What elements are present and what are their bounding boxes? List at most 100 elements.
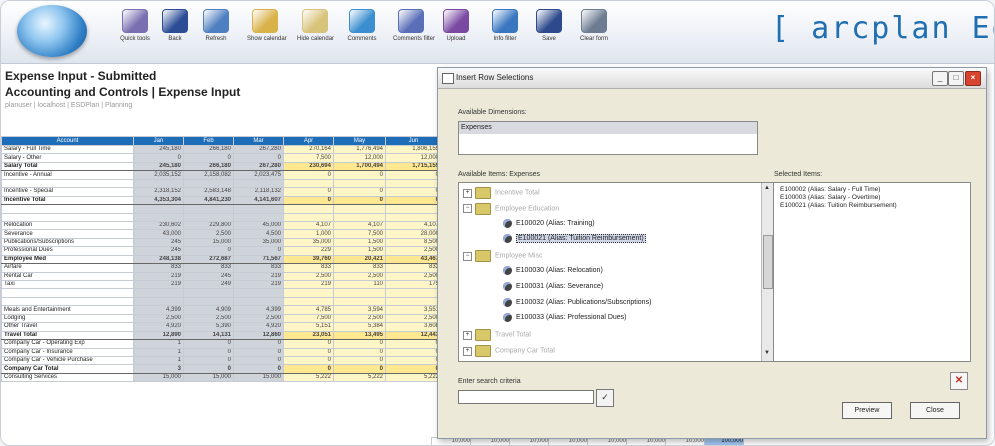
value-cell[interactable]: 2,500 [283, 271, 334, 282]
preview-button[interactable]: Preview [842, 402, 892, 419]
value-cell[interactable]: 5,222 [333, 372, 386, 383]
expand-icon[interactable]: + [463, 188, 472, 198]
value-cell[interactable]: 0 [283, 187, 334, 197]
value-cell[interactable]: 1,000 [283, 229, 334, 239]
value-cell[interactable]: 0 [385, 195, 442, 206]
tree-item[interactable]: E100032 (Alias: Publications/Subscriptio… [503, 297, 651, 312]
value-cell[interactable]: 3,551 [385, 305, 442, 315]
value-cell[interactable]: 0 [333, 170, 386, 180]
tree-scrollbar[interactable]: ▲ ▼ [761, 183, 773, 361]
tree-folder[interactable]: − Employee Education [463, 202, 559, 217]
value-cell[interactable]: 270,164 [283, 144, 334, 155]
toolbar-button-info-filter[interactable]: Info filter [487, 9, 523, 51]
value-cell[interactable]: 5,151 [283, 322, 334, 332]
search-go-button[interactable]: ✓ [596, 389, 614, 407]
value-cell[interactable]: 0 [283, 347, 334, 357]
tree-item[interactable]: E100030 (Alias: Relocation) [503, 266, 603, 280]
available-dimensions-list[interactable]: Expenses [458, 121, 758, 155]
value-cell[interactable]: 20,421 [333, 254, 386, 265]
toolbar-button-calendar-hide[interactable]: Hide calendar [297, 9, 334, 51]
tree-folder[interactable]: + Travel Total [463, 329, 531, 343]
value-cell[interactable]: 23,051 [283, 330, 334, 341]
value-cell[interactable]: 0 [385, 364, 442, 374]
value-cell[interactable] [385, 178, 442, 189]
value-cell[interactable]: 0 [385, 355, 442, 366]
value-cell[interactable]: 0 [385, 347, 442, 357]
minimize-icon[interactable]: _ [932, 71, 948, 86]
remove-selection-button[interactable]: ✕ [950, 372, 968, 390]
value-cell[interactable]: 0 [333, 339, 386, 349]
toolbar-button-pencil[interactable]: Quick tools [117, 9, 153, 51]
selected-item[interactable]: E100002 (Alias: Salary - Full Time) [774, 186, 970, 194]
scroll-down-icon[interactable]: ▼ [763, 349, 771, 358]
value-cell[interactable] [385, 204, 442, 214]
available-items-tree[interactable]: + Incentive Total − Employee Education E1000… [458, 182, 774, 362]
search-input[interactable] [458, 390, 594, 404]
value-cell[interactable]: 0 [333, 195, 386, 206]
value-cell[interactable]: 3,608 [385, 322, 442, 332]
value-cell[interactable]: 4,107 [283, 220, 334, 231]
scroll-up-icon[interactable]: ▲ [763, 184, 771, 193]
value-cell[interactable]: 8,500 [385, 237, 442, 248]
value-cell[interactable]: 230,694 [283, 161, 334, 172]
tree-folder[interactable]: + Incentive Total [463, 187, 540, 201]
value-cell[interactable]: 1,715,155 [385, 161, 442, 172]
value-cell[interactable]: 2,500 [385, 313, 442, 324]
value-cell[interactable]: 3,594 [333, 305, 386, 315]
value-cell[interactable]: 833 [283, 263, 334, 273]
value-cell[interactable]: 5,222 [385, 372, 442, 383]
value-cell[interactable]: 0 [333, 364, 386, 374]
value-cell[interactable] [283, 296, 334, 307]
value-cell[interactable] [283, 204, 334, 214]
value-cell[interactable]: 0 [283, 355, 334, 366]
value-cell[interactable]: 39,760 [283, 254, 334, 265]
toolbar-button-clear-form[interactable]: Clear form [576, 9, 612, 51]
toolbar-button-calendar[interactable]: Show calendar [247, 9, 287, 51]
toolbar-button-comments-filter[interactable]: Comments filter [393, 9, 435, 51]
expand-icon[interactable]: + [463, 330, 472, 340]
value-cell[interactable]: 1,500 [333, 237, 386, 248]
value-cell[interactable]: 1,700,494 [333, 161, 386, 172]
value-cell[interactable]: 13,495 [333, 330, 386, 341]
value-cell[interactable]: 229 [283, 246, 334, 256]
value-cell[interactable]: 833 [333, 263, 386, 273]
close-icon[interactable]: × [965, 71, 981, 86]
value-cell[interactable]: 4,107 [333, 220, 386, 231]
scroll-thumb[interactable] [763, 235, 773, 289]
value-cell[interactable]: 0 [283, 364, 334, 374]
tree-item[interactable]: E100020 (Alias: Training) [503, 218, 595, 233]
value-cell[interactable]: 2,500 [333, 313, 386, 324]
value-cell[interactable] [385, 296, 442, 307]
value-cell[interactable]: 0 [333, 187, 386, 197]
value-cell[interactable]: 1,776,494 [333, 144, 386, 155]
value-cell[interactable]: 0 [333, 347, 386, 357]
value-cell[interactable]: 1,500 [333, 246, 386, 256]
value-cell[interactable]: 0 [385, 187, 442, 197]
value-cell[interactable] [333, 204, 386, 214]
value-cell[interactable]: 0 [283, 170, 334, 180]
value-cell[interactable] [333, 288, 386, 298]
value-cell[interactable]: 175 [385, 279, 442, 290]
value-cell[interactable]: 110 [333, 279, 386, 290]
dimension-option[interactable]: Expenses [459, 122, 757, 134]
value-cell[interactable] [385, 288, 442, 298]
value-cell[interactable]: 12,000 [385, 153, 442, 163]
collapse-icon[interactable]: − [463, 251, 472, 261]
value-cell[interactable]: 4,785 [283, 305, 334, 315]
value-cell[interactable]: 5,222 [283, 372, 334, 383]
value-cell[interactable]: 0 [283, 339, 334, 349]
value-cell[interactable]: 0 [333, 355, 386, 366]
maximize-icon[interactable]: □ [948, 71, 964, 86]
selected-item[interactable]: E100003 (Alias: Salary - Overtime) [774, 194, 970, 202]
toolbar-button-back[interactable]: Back [157, 9, 193, 51]
value-cell[interactable] [283, 178, 334, 189]
toolbar-button-refresh[interactable]: Refresh [198, 9, 234, 51]
value-cell[interactable]: 2,500 [333, 271, 386, 282]
value-cell[interactable] [385, 212, 442, 222]
value-cell[interactable]: 43,467 [385, 254, 442, 265]
selected-item[interactable]: E100021 (Alias: Tuition Reimbursement) [774, 202, 970, 210]
value-cell[interactable]: 1,806,155 [385, 144, 442, 155]
value-cell[interactable]: 0 [385, 339, 442, 349]
value-cell[interactable]: 2,500 [385, 271, 442, 282]
toolbar-button-save[interactable]: Save [531, 9, 567, 51]
